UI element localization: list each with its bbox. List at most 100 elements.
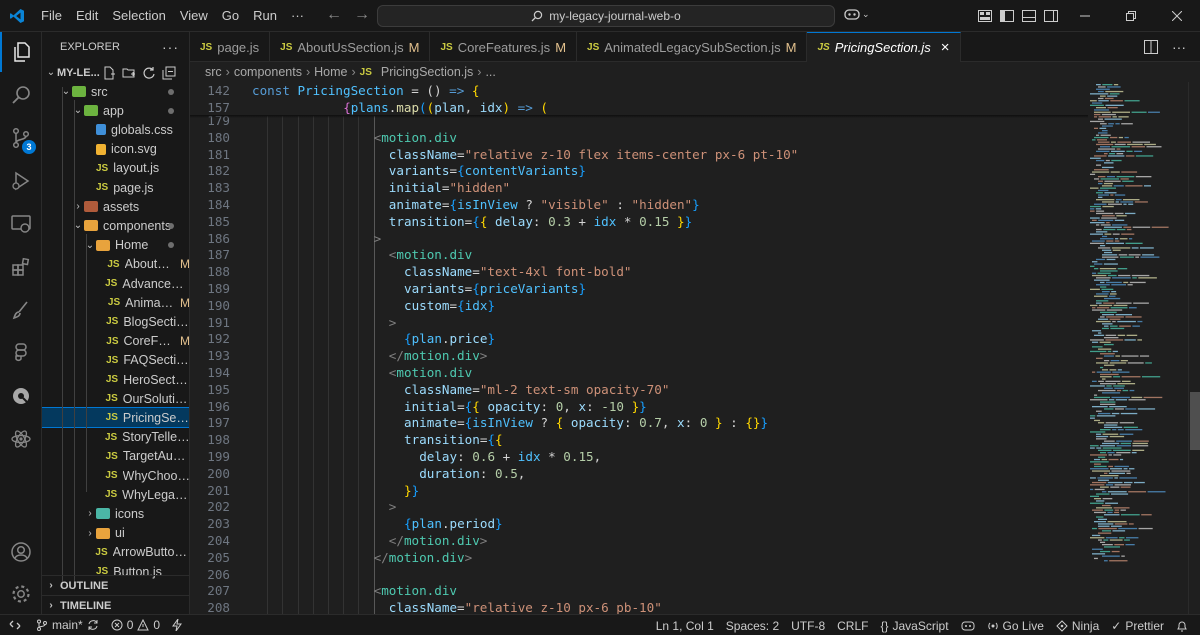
restore-icon[interactable] — [1108, 0, 1154, 32]
tree-item-arrowbuttonjs[interactable]: JS ArrowButton.js — [42, 543, 189, 562]
tree-item-herosectionjs[interactable]: JS HeroSection.js — [42, 370, 189, 389]
new-file-icon[interactable] — [102, 66, 116, 80]
tree-item-oursolutions[interactable]: JS OurSolutionS... — [42, 389, 189, 408]
workspace-root[interactable]: ⌄ MY-LE... — [42, 63, 189, 82]
collapse-all-icon[interactable] — [162, 66, 176, 80]
minimap[interactable] — [1088, 82, 1188, 614]
tree-item-pagejs[interactable]: JS page.js — [42, 178, 189, 197]
source-control-icon[interactable]: 3 — [0, 118, 42, 158]
breadcrumb-item[interactable]: PricingSection.js — [381, 65, 473, 79]
tree-item-globalscss[interactable]: globals.css — [42, 120, 189, 139]
forward-arrow-icon[interactable]: → — [354, 6, 370, 24]
tree-item-app[interactable]: ⌄ app — [42, 101, 189, 120]
tree-item-whylegacyse[interactable]: JS WhyLegacySe... — [42, 485, 189, 504]
tree-item-whychooses[interactable]: JS WhyChooseS... — [42, 466, 189, 485]
breadcrumb-item[interactable]: Home — [314, 65, 347, 79]
menu-item-1[interactable]: Edit — [69, 0, 105, 32]
go-live-button[interactable]: Go Live — [981, 619, 1050, 633]
more-actions-icon[interactable]: ··· — [1172, 39, 1186, 55]
menu-item-4[interactable]: Go — [215, 0, 246, 32]
tree-item-ui[interactable]: › ui — [42, 524, 189, 543]
back-arrow-icon[interactable]: ← — [326, 6, 342, 24]
problems-indicator[interactable]: 0 0 — [105, 618, 166, 632]
encoding[interactable]: UTF-8 — [785, 619, 831, 633]
breadcrumb-item[interactable]: components — [234, 65, 302, 79]
menu-item-6[interactable]: ··· — [284, 0, 311, 32]
prettier-button[interactable]: ✓ Prettier — [1105, 619, 1170, 633]
copilot-status-icon[interactable] — [955, 620, 981, 632]
remote-explorer-icon[interactable] — [0, 204, 42, 244]
menu-item-0[interactable]: File — [34, 0, 69, 32]
tree-item-pricingsectio[interactable]: JS PricingSectio... — [42, 407, 189, 429]
tree-item-aboutu[interactable]: JS AboutU... M — [42, 255, 190, 274]
lightning-icon[interactable] — [166, 619, 188, 631]
js-file-icon: JS — [817, 42, 830, 53]
split-editor-icon[interactable] — [1144, 40, 1158, 54]
tree-item-corefea[interactable]: JS CoreFea... M — [42, 332, 189, 351]
close-icon[interactable] — [1154, 0, 1200, 32]
toggle-panel-icon[interactable] — [1018, 0, 1040, 32]
tree-item-faqsectionjs[interactable]: JS FAQSection.js — [42, 351, 189, 370]
code-text: custom={idx} — [404, 297, 495, 314]
tree-item-src[interactable]: ⌄ src — [42, 82, 189, 101]
toggle-primary-sidebar-icon[interactable] — [996, 0, 1018, 32]
sync-icon[interactable] — [87, 619, 99, 631]
line-ending[interactable]: CRLF — [831, 619, 874, 633]
customize-layout-icon[interactable] — [974, 0, 996, 32]
account-icon[interactable] — [0, 532, 42, 572]
copilot-button[interactable]: ⌄ — [844, 7, 870, 21]
tab-animatedlegacysubsectionjs[interactable]: JS AnimatedLegacySubSection.js M — [577, 32, 808, 62]
tree-item-home[interactable]: ⌄ Home — [42, 236, 189, 255]
search-icon[interactable] — [0, 75, 42, 115]
new-folder-icon[interactable] — [122, 66, 136, 80]
menu-item-3[interactable]: View — [173, 0, 215, 32]
brush-icon[interactable] — [0, 290, 42, 330]
menu-item-2[interactable]: Selection — [105, 0, 172, 32]
modified-indicator: M — [180, 257, 190, 272]
extensions-icon[interactable] — [0, 247, 42, 287]
close-tab-icon[interactable]: × — [941, 39, 950, 56]
run-debug-icon[interactable] — [0, 161, 42, 201]
tab-corefeaturesjs[interactable]: JS CoreFeatures.js M — [430, 32, 578, 62]
tree-item-advancedcap[interactable]: JS AdvancedCap... — [42, 274, 189, 293]
cursor-position[interactable]: Ln 1, Col 1 — [650, 619, 720, 633]
tree-item-animat[interactable]: JS Animat... M — [42, 293, 189, 312]
indentation[interactable]: Spaces: 2 — [720, 619, 785, 633]
tree-item-blogsectionjs[interactable]: JS BlogSection.js — [42, 312, 189, 331]
ninja-button[interactable]: Ninja — [1050, 619, 1105, 633]
branch-indicator[interactable]: main* — [30, 618, 105, 632]
settings-gear-icon[interactable] — [0, 574, 42, 614]
tree-item-components[interactable]: ⌄ components — [42, 216, 189, 235]
language-mode[interactable]: {} JavaScript — [874, 619, 954, 633]
menu-item-5[interactable]: Run — [246, 0, 284, 32]
react-icon[interactable] — [0, 419, 42, 459]
js-file-icon: JS — [106, 354, 119, 366]
gitlens-icon[interactable] — [0, 376, 42, 416]
remote-indicator[interactable] — [0, 614, 30, 635]
code-token: x — [677, 415, 685, 431]
tree-item-layoutjs[interactable]: JS layout.js — [42, 159, 189, 178]
vertical-scrollbar[interactable] — [1188, 82, 1200, 614]
timeline-section[interactable]: › TIMELINE — [42, 595, 189, 614]
more-actions-icon[interactable]: ··· — [162, 39, 179, 55]
tree-item-iconsvg[interactable]: icon.svg — [42, 140, 189, 159]
tree-item-storytellersse[interactable]: JS StoryTellersSe... — [42, 428, 189, 447]
tab-pagejs[interactable]: JS page.js — [190, 32, 271, 62]
tab-aboutussectionjs[interactable]: JS AboutUsSection.js M — [270, 32, 431, 62]
code-editor[interactable]: 179 180 <motion.div 181 className="relative … — [190, 82, 1088, 614]
refresh-icon[interactable] — [142, 66, 156, 80]
outline-section[interactable]: › OUTLINE — [42, 575, 189, 595]
explorer-icon[interactable] — [0, 32, 42, 72]
tree-item-assets[interactable]: › assets — [42, 197, 189, 216]
tree-item-icons[interactable]: › icons — [42, 504, 189, 523]
minimize-icon[interactable] — [1062, 0, 1108, 32]
notifications-bell-icon[interactable] — [1170, 620, 1194, 632]
toggle-secondary-sidebar-icon[interactable] — [1040, 0, 1062, 32]
breadcrumb-item[interactable]: ... — [485, 65, 495, 79]
figma-icon[interactable] — [0, 333, 42, 373]
tab-pricingsectionjs[interactable]: JS PricingSection.js × — [807, 32, 961, 62]
command-center-search[interactable]: my-legacy-journal-web-o — [377, 5, 835, 27]
scrollbar-thumb[interactable] — [1190, 392, 1200, 450]
breadcrumb-item[interactable]: src — [205, 65, 222, 79]
tree-item-targetaudien[interactable]: JS TargetAudien... — [42, 447, 189, 466]
